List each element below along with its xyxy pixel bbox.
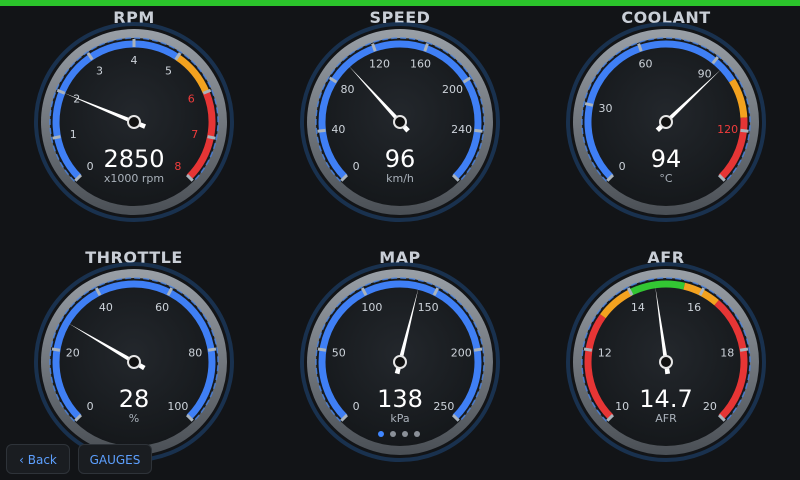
- gauge-value: 28: [119, 385, 150, 413]
- gauge-value: 94: [651, 145, 682, 173]
- gauge-tick: [583, 347, 593, 352]
- gauge-tick: [740, 128, 749, 133]
- gauge-afr: 10 12 14 16 18 20 14.7AFR: [566, 262, 766, 462]
- gauge-value: 138: [377, 385, 423, 413]
- tick-label: 50: [332, 346, 346, 359]
- gauge-coolant: 0 30 60 90 120 94°C: [566, 22, 766, 222]
- tick-label: 240: [451, 123, 472, 136]
- page-dot[interactable]: [402, 431, 408, 437]
- tick-label: 100: [167, 400, 188, 413]
- gauge-value: 2850: [103, 145, 164, 173]
- tick-label: 90: [698, 68, 712, 81]
- tick-label: 1: [70, 128, 77, 141]
- gauge-rpm: 0 1 2 3 4 5 6 7 8 2850x1000 rpm: [34, 22, 234, 222]
- page-dot[interactable]: [390, 431, 396, 437]
- tick-label: 200: [451, 346, 472, 359]
- gauge-unit: °C: [659, 172, 673, 185]
- gauge-value: 96: [385, 145, 416, 173]
- needle-hub: [393, 115, 407, 129]
- tick-label: 100: [361, 301, 382, 314]
- tick-label: 40: [99, 301, 113, 314]
- gauge-value: 14.7: [639, 385, 692, 413]
- tick-label: 0: [353, 160, 360, 173]
- gauge-tick: [739, 347, 749, 352]
- gauge-throttle: 0 20 40 60 80 100 28%: [34, 262, 234, 462]
- gauge-speed: 0 40 80 120 160 200 240 96km/h: [300, 22, 500, 222]
- gauge-unit: km/h: [386, 172, 414, 185]
- tick-label: 150: [418, 301, 439, 314]
- gauge-tick: [207, 347, 217, 352]
- tick-label: 0: [353, 400, 360, 413]
- needle-hub: [659, 355, 673, 369]
- tick-label: 40: [331, 123, 345, 136]
- tick-label: 10: [615, 400, 629, 413]
- gauge-unit: kPa: [390, 412, 409, 425]
- tick-label: 0: [87, 160, 94, 173]
- tick-label: 60: [155, 301, 169, 314]
- tick-label: 120: [717, 123, 738, 136]
- gauge-tick: [473, 347, 483, 352]
- tick-label: 18: [720, 346, 734, 359]
- tick-label: 0: [87, 400, 94, 413]
- gauge-tick: [207, 135, 216, 140]
- tick-label: 80: [341, 83, 355, 96]
- gauge-tick: [317, 128, 326, 133]
- tick-label: 7: [191, 128, 198, 141]
- tick-label: 3: [96, 64, 103, 77]
- gauge-unit: x1000 rpm: [104, 172, 164, 185]
- tick-label: 4: [131, 54, 138, 67]
- tick-label: 80: [188, 346, 202, 359]
- gauge-tick: [317, 347, 327, 352]
- tick-label: 20: [703, 400, 717, 413]
- gauges-button[interactable]: GAUGES: [78, 444, 152, 474]
- tick-label: 14: [631, 301, 645, 314]
- tick-label: 12: [598, 346, 612, 359]
- gauge-unit: AFR: [655, 412, 677, 425]
- tick-label: 0: [619, 160, 626, 173]
- page-indicator: [378, 431, 420, 437]
- gauge-tick: [474, 128, 483, 133]
- tick-label: 6: [188, 92, 195, 105]
- tick-label: 2: [73, 92, 80, 105]
- needle-hub: [659, 115, 673, 129]
- tick-label: 16: [687, 301, 701, 314]
- page-dot[interactable]: [378, 431, 384, 437]
- tick-label: 120: [369, 57, 390, 70]
- gauge-tick: [51, 347, 61, 352]
- tick-label: 200: [442, 83, 463, 96]
- tick-label: 5: [165, 64, 172, 77]
- tick-label: 60: [639, 57, 653, 70]
- gauge-unit: %: [129, 412, 139, 425]
- tick-label: 30: [599, 102, 613, 115]
- tick-label: 20: [66, 346, 80, 359]
- back-button[interactable]: ‹ Back: [6, 444, 70, 474]
- needle-hub: [127, 355, 141, 369]
- tick-label: 160: [410, 57, 431, 70]
- tick-label: 250: [433, 400, 454, 413]
- needle-hub: [393, 355, 407, 369]
- page-dot[interactable]: [414, 431, 420, 437]
- status-bar: [0, 0, 800, 6]
- tick-label: 8: [174, 160, 181, 173]
- gauge-tick: [52, 135, 61, 140]
- needle-hub: [127, 115, 141, 129]
- gauge-tick: [584, 102, 594, 107]
